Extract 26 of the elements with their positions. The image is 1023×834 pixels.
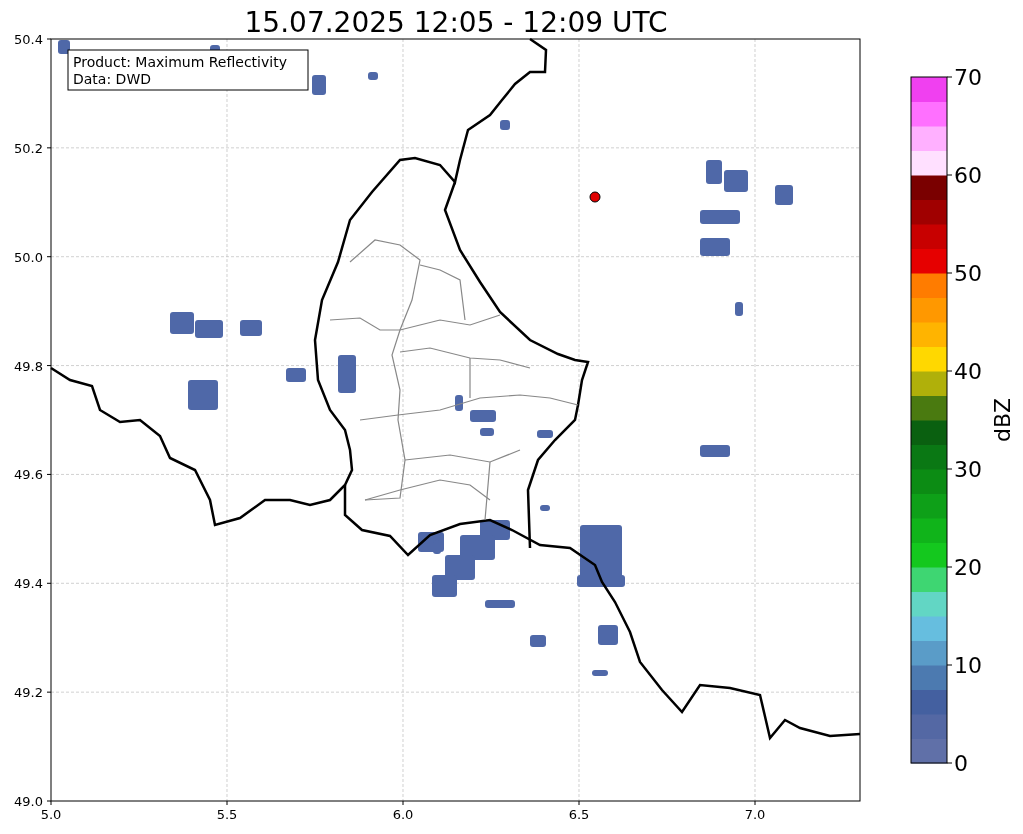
- colorbar-tick-label: 10: [954, 653, 982, 678]
- colorbar-tick-label: 20: [954, 555, 982, 580]
- location-marker-icon: [589, 191, 601, 203]
- colorbar-tick-label: 50: [954, 261, 982, 286]
- legend-text: Data: DWD: [73, 71, 151, 87]
- axis-tick-label: 50.4: [14, 32, 43, 47]
- axis-tick-label: 7.0: [744, 807, 766, 822]
- axis-tick-label: 5.5: [216, 807, 238, 822]
- chart-title: 15.07.2025 12:05 - 12:09 UTC: [244, 6, 668, 39]
- colorbar-tick-label: 60: [954, 163, 982, 188]
- axis-tick-label: 6.5: [568, 807, 590, 822]
- colorbar-tick-label: 40: [954, 359, 982, 384]
- axis-tick-label: 49.2: [14, 685, 43, 701]
- axis-tick-label: 49.6: [14, 467, 43, 483]
- colorbar-tick-label: 30: [954, 457, 982, 482]
- axis-tick-label: 50.0: [14, 249, 43, 265]
- colorbar-tick-label: 70: [954, 65, 982, 90]
- axis-tick-label: 49.8: [14, 358, 43, 374]
- axis-tick-label: 49.0: [14, 794, 43, 809]
- axis-tick-label: 6.0: [392, 807, 414, 822]
- axis-tick-label: 49.4: [14, 576, 43, 592]
- colorbar-label: dBZ: [990, 397, 1015, 443]
- legend-text: Product: Maximum Reflectivity: [73, 54, 287, 70]
- colorbar-tick-label: 0: [954, 751, 968, 776]
- axis-tick-label: 5.0: [40, 807, 62, 822]
- axis-tick-label: 50.2: [14, 140, 43, 156]
